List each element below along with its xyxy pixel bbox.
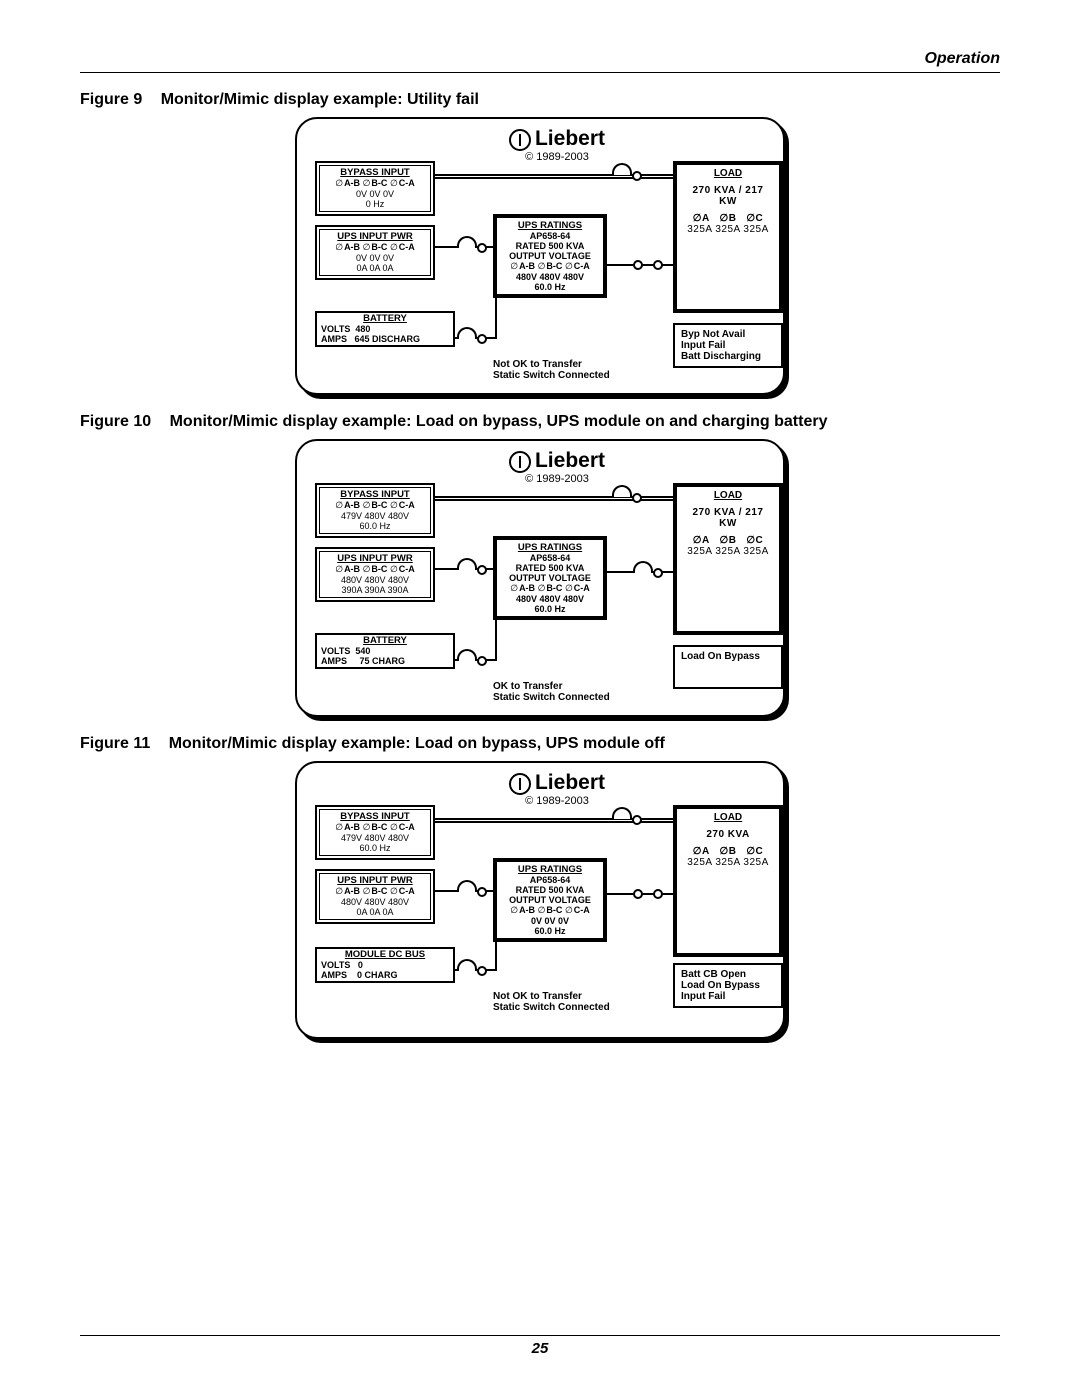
figure-10-title: Monitor/Mimic display example: Load on b…	[170, 413, 828, 430]
bypass-input-box: BYPASS INPUT A-B B-C C-A 479V 480V 480V …	[315, 805, 435, 860]
page-number: 25	[80, 1340, 1000, 1357]
ups-ratings-box: UPS RATINGS AP658-64 RATED 500 KVA OUTPU…	[493, 536, 607, 620]
figure-10-number: Figure 10	[80, 413, 151, 430]
brand-copyright: © 1989-2003	[497, 151, 617, 163]
figure-11-number: Figure 11	[80, 735, 150, 752]
transfer-status: Not OK to Transfer Static Switch Connect…	[493, 359, 610, 381]
transfer-status: Not OK to Transfer Static Switch Connect…	[493, 991, 610, 1013]
battery-box: BATTERY VOLTS 480 AMPS 645 DISCHARG	[315, 311, 455, 347]
status-box: Load On Bypass	[673, 645, 783, 689]
ups-ratings-box: UPS RATINGS AP658-64 RATED 500 KVA OUTPU…	[493, 858, 607, 942]
module-dc-bus-box: MODULE DC BUS VOLTS 0 AMPS 0 CHARG	[315, 947, 455, 983]
load-box: LOAD 270 KVA A B C 325A 325A 325A	[673, 805, 783, 957]
brand-name: Liebert	[535, 127, 605, 151]
panel-10: Liebert © 1989-2003	[295, 439, 785, 717]
ups-ratings-box: UPS RATINGS AP658-64 RATED 500 KVA OUTPU…	[493, 214, 607, 298]
ups-input-box: UPS INPUT PWR A-B B-C C-A 480V 480V 480V…	[315, 869, 435, 924]
bypass-input-box: BYPASS INPUT A-B B-C C-A 479V 480V 480V …	[315, 483, 435, 538]
load-box: LOAD 270 KVA / 217 KW A B C 325A 325A 32…	[673, 483, 783, 635]
status-box: Batt CB Open Load On Bypass Input Fail	[673, 963, 783, 1008]
panel-11: Liebert © 1989-2003	[295, 761, 785, 1039]
status-box: Byp Not Avail Input Fail Batt Dischargin…	[673, 323, 783, 368]
figure-10-caption: Figure 10 Monitor/Mimic display example:…	[80, 413, 1000, 431]
figure-11-caption: Figure 11 Monitor/Mimic display example:…	[80, 735, 1000, 753]
transfer-status: OK to Transfer Static Switch Connected	[493, 681, 610, 703]
liebert-logo-icon	[509, 129, 531, 151]
ups-input-box: UPS INPUT PWR A-B B-C C-A 0V 0V 0V 0A 0A…	[315, 225, 435, 280]
bypass-input-box: BYPASS INPUT A-B B-C C-A 0V 0V 0V 0 Hz	[315, 161, 435, 216]
liebert-logo-icon	[509, 451, 531, 473]
figure-9-number: Figure 9	[80, 91, 142, 108]
top-rule	[80, 72, 1000, 73]
battery-box: BATTERY VOLTS 540 AMPS 75 CHARG	[315, 633, 455, 669]
liebert-logo-icon	[509, 773, 531, 795]
figure-9-caption: Figure 9 Monitor/Mimic display example: …	[80, 91, 1000, 109]
figure-9-title: Monitor/Mimic display example: Utility f…	[161, 91, 479, 108]
figure-11-title: Monitor/Mimic display example: Load on b…	[169, 735, 665, 752]
section-header: Operation	[80, 50, 1000, 68]
bottom-rule	[80, 1335, 1000, 1336]
ups-input-box: UPS INPUT PWR A-B B-C C-A 480V 480V 480V…	[315, 547, 435, 602]
panel-9: Liebert © 1989-2003	[295, 117, 785, 395]
load-box: LOAD 270 KVA / 217 KW A B C 325A 325A 32…	[673, 161, 783, 313]
